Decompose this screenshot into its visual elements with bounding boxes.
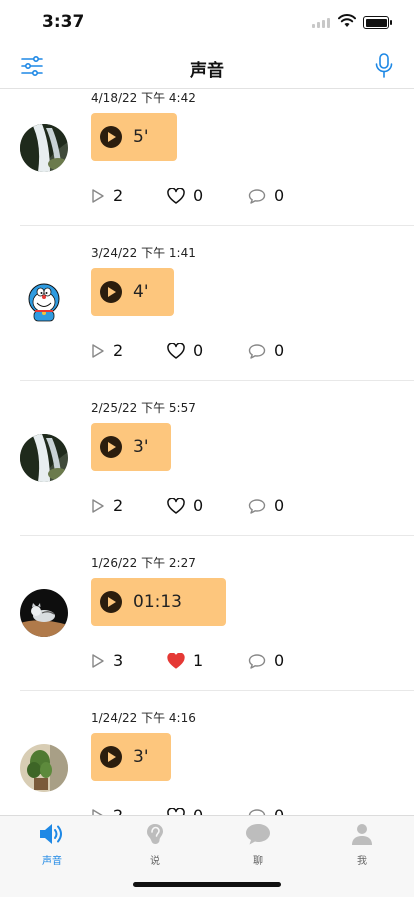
play-count-value: 2: [113, 806, 123, 815]
comment-count-value: 0: [274, 651, 285, 670]
play-icon[interactable]: [100, 126, 122, 148]
comment-icon: [248, 188, 266, 204]
page-title: 声音: [190, 61, 224, 81]
play-icon[interactable]: [100, 281, 122, 303]
microphone-icon[interactable]: [374, 52, 394, 80]
post-date: 4/18/22 下午 4:42: [91, 91, 196, 105]
like-count-value: 0: [193, 496, 204, 515]
status-bar: 3:37: [0, 0, 414, 44]
play-icon[interactable]: [100, 436, 122, 458]
battery-icon: [363, 16, 392, 29]
play-count-value: 2: [113, 186, 124, 205]
like-button[interactable]: 0: [167, 186, 203, 205]
heart-outline-icon: [167, 342, 185, 359]
list-item[interactable]: 3/24/22 下午 1:41 4' 2 0 0: [0, 226, 414, 381]
play-icon[interactable]: [100, 591, 122, 613]
chat-bubble-icon: [246, 824, 270, 845]
comment-count-value: 0: [274, 806, 284, 815]
voice-message-bubble[interactable]: 4': [91, 268, 174, 316]
like-button[interactable]: 0: [167, 806, 203, 815]
avatar[interactable]: [20, 279, 68, 327]
play-count: 3: [91, 651, 123, 670]
person-icon: [352, 824, 372, 845]
voice-duration: 4': [133, 282, 149, 302]
comment-button[interactable]: 0: [248, 341, 284, 360]
play-outline-icon: [92, 653, 104, 668]
heart-outline-icon: [167, 807, 185, 815]
comment-count-value: 0: [274, 496, 285, 515]
comment-icon: [248, 653, 266, 669]
comment-count-value: 0: [274, 186, 285, 205]
tab-sound[interactable]: 声音: [22, 822, 82, 867]
comment-button[interactable]: 0: [248, 651, 284, 670]
comment-icon: [248, 808, 266, 815]
like-count-value: 0: [193, 341, 204, 360]
tab-say[interactable]: 说: [125, 822, 185, 867]
voice-duration: 5': [133, 127, 149, 147]
comment-button[interactable]: 0: [248, 806, 284, 815]
play-count: 2: [91, 341, 123, 360]
post-date: 1/24/22 下午 4:16: [91, 711, 196, 725]
avatar[interactable]: [20, 589, 68, 637]
like-count-value: 1: [193, 651, 204, 670]
like-count-value: 0: [193, 186, 204, 205]
voice-duration: 3': [133, 437, 149, 457]
post-date: 1/26/22 下午 2:27: [91, 556, 196, 570]
tab-label: 我: [357, 856, 367, 867]
play-outline-icon: [92, 343, 104, 358]
tab-label: 说: [150, 856, 160, 867]
list-item[interactable]: 2/25/22 下午 5:57 3' 2 0 0: [0, 381, 414, 536]
voice-message-bubble[interactable]: 3': [91, 733, 171, 781]
navigation-bar: 声音: [0, 44, 414, 89]
play-count: 2: [91, 806, 123, 815]
play-icon[interactable]: [100, 746, 122, 768]
speaker-icon: [40, 824, 62, 844]
post-date: 2/25/22 下午 5:57: [91, 401, 196, 415]
tab-chat[interactable]: 聊: [228, 822, 288, 867]
tab-label: 聊: [253, 856, 263, 867]
voice-message-bubble[interactable]: 3': [91, 423, 171, 471]
heart-outline-icon: [167, 497, 185, 514]
avatar[interactable]: [20, 434, 68, 482]
play-outline-icon: [92, 188, 104, 203]
tab-label: 声音: [42, 856, 62, 867]
cellular-signal-icon: [312, 18, 330, 28]
list-item[interactable]: 4/18/22 下午 4:42 5' 2 0 0: [0, 89, 414, 226]
wifi-icon: [338, 14, 356, 27]
play-outline-icon: [92, 808, 104, 815]
comment-icon: [248, 498, 266, 514]
heart-filled-icon: [167, 652, 185, 669]
play-count-value: 2: [113, 496, 124, 515]
comment-button[interactable]: 0: [248, 186, 284, 205]
avatar[interactable]: [20, 744, 68, 792]
voice-message-bubble[interactable]: 01:13: [91, 578, 226, 626]
heart-outline-icon: [167, 187, 185, 204]
like-count-value: 0: [193, 806, 203, 815]
play-count: 2: [91, 496, 123, 515]
like-button[interactable]: 0: [167, 341, 203, 360]
ear-icon: [147, 824, 163, 844]
list-item[interactable]: 1/26/22 下午 2:27 01:13 3 1 0: [0, 536, 414, 691]
comment-button[interactable]: 0: [248, 496, 284, 515]
play-count: 2: [91, 186, 123, 205]
voice-duration: 3': [133, 747, 149, 767]
voice-message-bubble[interactable]: 5': [91, 113, 177, 161]
voice-duration: 01:13: [133, 592, 182, 612]
comment-count-value: 0: [274, 341, 285, 360]
like-button[interactable]: 1: [167, 651, 203, 670]
play-outline-icon: [92, 498, 104, 513]
play-count-value: 3: [113, 651, 124, 670]
tab-me[interactable]: 我: [332, 822, 392, 867]
post-date: 3/24/22 下午 1:41: [91, 246, 196, 260]
avatar[interactable]: [20, 124, 68, 172]
status-time: 3:37: [42, 12, 85, 32]
home-indicator: [133, 882, 281, 887]
like-button[interactable]: 0: [167, 496, 203, 515]
play-count-value: 2: [113, 341, 124, 360]
list-item[interactable]: 1/24/22 下午 4:16 3' 2 0 0: [0, 691, 414, 815]
comment-icon: [248, 343, 266, 359]
voice-feed[interactable]: 4/18/22 下午 4:42 5' 2 0 0 3/24/22 下午 1:41…: [0, 89, 414, 815]
